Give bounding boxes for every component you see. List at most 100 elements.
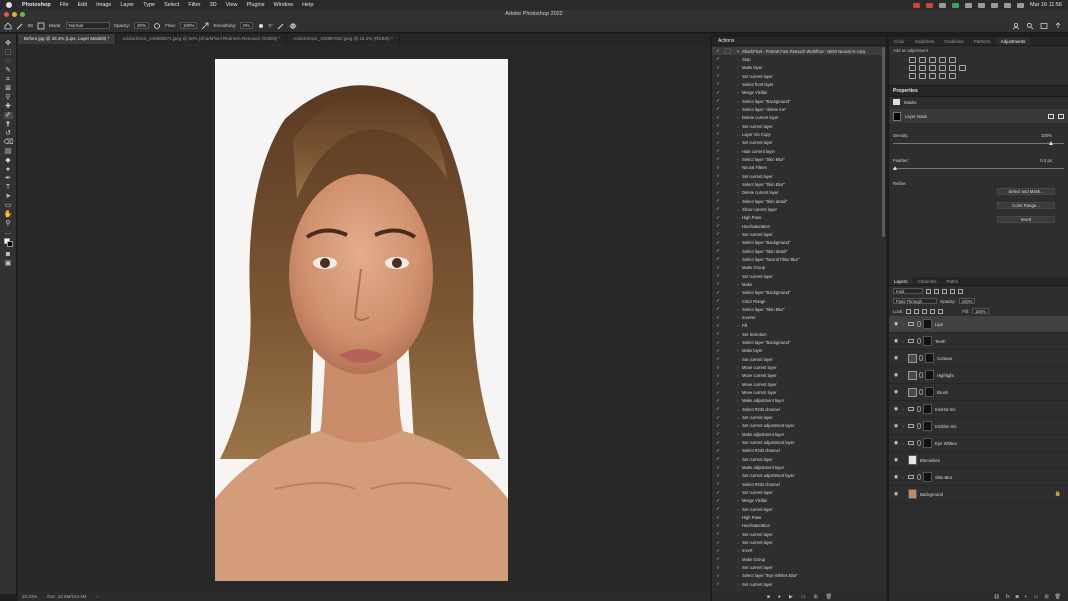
doc-tab-stock-2[interactable]: AdobeStock_165987652.jpeg @ 16.3% (RGB/8…: [287, 34, 400, 44]
canvas-area[interactable]: [18, 44, 710, 592]
expand-triangle-icon[interactable]: ›: [734, 490, 742, 495]
gradient-map-icon[interactable]: [939, 73, 946, 79]
expand-triangle-icon[interactable]: ›: [734, 565, 742, 570]
expand-triangle-icon[interactable]: ›: [734, 65, 742, 70]
layer-row[interactable]: ◉ › Skin Blur: [889, 469, 1068, 486]
visibility-eye-icon[interactable]: ◉: [889, 372, 903, 378]
check-icon[interactable]: ✓: [712, 140, 724, 146]
expand-triangle-icon[interactable]: ›: [734, 274, 742, 279]
tray-status-icon[interactable]: [951, 2, 959, 8]
check-icon[interactable]: ✓: [712, 281, 724, 287]
expand-triangle-icon[interactable]: ›: [734, 124, 742, 129]
expand-triangle-icon[interactable]: ›: [734, 224, 742, 229]
check-icon[interactable]: ✓: [712, 481, 724, 487]
action-row[interactable]: ✓ › Select layer "Eye Whites Blur": [712, 572, 884, 580]
dialog-toggle-icon[interactable]: [724, 48, 731, 55]
expand-triangle-icon[interactable]: ›: [734, 523, 742, 528]
menu-type[interactable]: Type: [143, 2, 155, 8]
expand-triangle-icon[interactable]: ›: [734, 332, 742, 337]
home-icon[interactable]: [4, 21, 12, 30]
expand-triangle-icon[interactable]: ›: [734, 157, 742, 162]
action-row[interactable]: ✓ › High Pass: [712, 513, 884, 521]
gradient-tool-icon[interactable]: ▤: [4, 148, 13, 155]
expand-triangle-icon[interactable]: ›: [734, 398, 742, 403]
check-icon[interactable]: ✓: [712, 565, 724, 571]
menu-filter[interactable]: Filter: [188, 2, 200, 8]
action-row[interactable]: ✓ › Select layer "Skin Blur": [712, 155, 884, 163]
smoothing-settings-icon[interactable]: [257, 22, 265, 30]
action-row[interactable]: ✓ › Set current layer: [712, 413, 884, 421]
doc-tab-before[interactable]: Before.jpg @ 33.3% (Lips, Layer Mask/8) …: [18, 34, 117, 44]
new-action-icon[interactable]: ⊞: [814, 594, 818, 600]
check-icon[interactable]: ✓: [712, 223, 724, 229]
action-row[interactable]: ✓ › Layer Via Copy: [712, 130, 884, 138]
invert-button[interactable]: Invert: [997, 216, 1055, 223]
layer-mask-thumbnail[interactable]: [923, 404, 932, 414]
fill-field[interactable]: 100%: [971, 308, 989, 314]
action-row[interactable]: ✓ › Set current adjustment layer: [712, 422, 884, 430]
tab-paths[interactable]: Paths: [942, 277, 964, 285]
expand-triangle-icon[interactable]: ›: [734, 174, 742, 179]
play-icon[interactable]: ▶: [789, 594, 793, 600]
action-row[interactable]: ✓ › Select RGB channel: [712, 405, 884, 413]
lock-transparency-icon[interactable]: [906, 308, 912, 314]
action-row[interactable]: ✓ › Select layer "Skin detail": [712, 197, 884, 205]
expand-triangle-icon[interactable]: ›: [734, 465, 742, 470]
check-icon[interactable]: ✓: [712, 48, 724, 54]
clone-stamp-tool-icon[interactable]: ⚵: [4, 121, 13, 128]
new-group-icon[interactable]: ▭: [1034, 594, 1039, 600]
zoom-tool-icon[interactable]: ⚲: [4, 220, 13, 227]
menu-app[interactable]: Photoshop: [22, 2, 51, 8]
expand-triangle-icon[interactable]: ›: [734, 232, 742, 237]
lock-pixels-icon[interactable]: [914, 308, 920, 314]
new-set-icon[interactable]: ▭: [801, 594, 806, 600]
action-row[interactable]: ✓ › Select layer "Background": [712, 338, 884, 346]
density-value[interactable]: 100%: [1041, 133, 1052, 138]
check-icon[interactable]: ✓: [712, 73, 724, 79]
layer-row[interactable]: ◉ Background 🔒: [889, 486, 1068, 503]
check-icon[interactable]: ✓: [712, 490, 724, 496]
screen-mode-icon[interactable]: ▣: [4, 260, 13, 267]
layer-name[interactable]: Eye Whites: [935, 441, 957, 446]
check-icon[interactable]: ✓: [712, 115, 724, 121]
color-swatches-icon[interactable]: [3, 238, 13, 249]
check-icon[interactable]: ✓: [712, 106, 724, 112]
color-lookup-icon[interactable]: [959, 65, 966, 71]
expand-triangle-icon[interactable]: ›: [734, 423, 742, 428]
layer-row[interactable]: ◉ › Eye Whites: [889, 435, 1068, 452]
brush-tool-icon[interactable]: ✐: [3, 112, 13, 119]
check-icon[interactable]: ✓: [712, 531, 724, 537]
action-row[interactable]: ✓ › Set current layer: [712, 505, 884, 513]
exposure-icon[interactable]: [939, 57, 946, 63]
visibility-eye-icon[interactable]: ◉: [889, 406, 903, 412]
visibility-eye-icon[interactable]: ◉: [889, 355, 903, 361]
more-tools-icon[interactable]: …: [4, 229, 13, 236]
new-adjustment-icon[interactable]: ◐: [1025, 594, 1028, 600]
dodge-tool-icon[interactable]: ●: [4, 166, 13, 173]
brightness-icon[interactable]: [909, 57, 916, 63]
expand-triangle-icon[interactable]: ›: [734, 548, 742, 553]
shape-filter-icon[interactable]: [950, 288, 955, 294]
menu-edit[interactable]: Edit: [78, 2, 87, 8]
visibility-eye-icon[interactable]: ◉: [889, 457, 903, 463]
action-row[interactable]: ✓ › Select layer "Skin detail": [712, 247, 884, 255]
layer-name[interactable]: Teeth: [935, 339, 946, 344]
invert-icon[interactable]: [909, 73, 916, 79]
user-icon[interactable]: [1012, 22, 1020, 30]
quick-select-tool-icon[interactable]: ✎: [4, 67, 13, 74]
layer-mask-thumbnail[interactable]: [923, 438, 932, 448]
check-icon[interactable]: ✓: [712, 290, 724, 296]
action-row[interactable]: ✓ › Set current layer: [712, 122, 884, 130]
check-icon[interactable]: ✓: [712, 148, 724, 154]
layer-row[interactable]: ◉ Contour: [889, 350, 1068, 367]
action-row[interactable]: ✓ › Set current layer: [712, 172, 884, 180]
expand-triangle-icon[interactable]: ›: [734, 240, 742, 245]
check-icon[interactable]: ✓: [712, 423, 724, 429]
stop-icon[interactable]: ■: [767, 594, 770, 600]
expand-triangle-icon[interactable]: ›: [734, 407, 742, 412]
expand-triangle-icon[interactable]: ›: [734, 448, 742, 453]
menu-window[interactable]: Window: [274, 2, 294, 8]
visibility-eye-icon[interactable]: ◉: [889, 423, 903, 429]
action-row[interactable]: ✓ › Select RGB channel: [712, 447, 884, 455]
check-icon[interactable]: ✓: [712, 548, 724, 554]
